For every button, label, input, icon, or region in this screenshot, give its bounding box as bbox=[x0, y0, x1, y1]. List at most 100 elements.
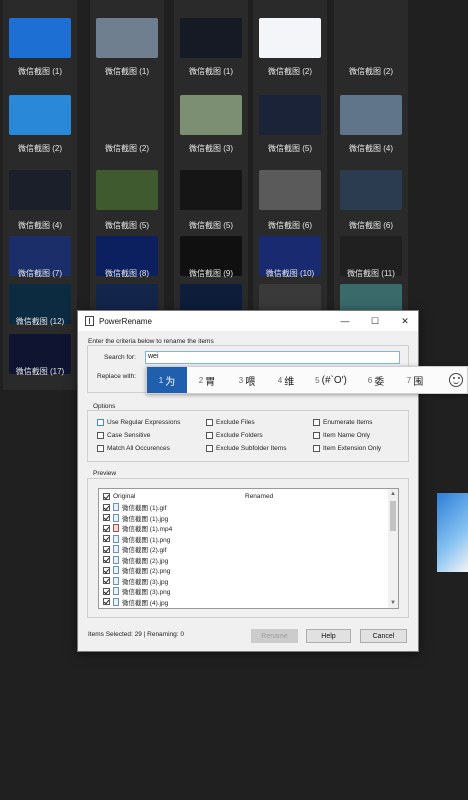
file-checkbox[interactable] bbox=[103, 514, 110, 521]
checkbox[interactable] bbox=[206, 432, 213, 439]
ime-candidate[interactable]: 1为 bbox=[147, 367, 187, 393]
file-checkbox[interactable] bbox=[103, 556, 110, 563]
scroll-up-icon[interactable]: ▲ bbox=[388, 489, 398, 499]
option-exclude-subfolder-items[interactable]: Exclude Subfolder Items bbox=[206, 445, 286, 452]
option-case-sensitive[interactable]: Case Sensitive bbox=[97, 432, 150, 439]
scroll-down-icon[interactable]: ▼ bbox=[388, 598, 398, 608]
checkbox[interactable] bbox=[97, 432, 104, 439]
checkbox[interactable] bbox=[313, 432, 320, 439]
candidate-number: 1 bbox=[158, 375, 164, 385]
file-row[interactable]: 微信截图 (1).png bbox=[103, 534, 170, 544]
thumbnail-label: 微信截图 (10) bbox=[265, 269, 315, 278]
image-file-icon bbox=[113, 545, 119, 553]
preview-label: Preview bbox=[93, 470, 117, 477]
file-checkbox[interactable] bbox=[103, 503, 110, 511]
candidate-number: 2 bbox=[198, 375, 204, 385]
option-exclude-files[interactable]: Exclude Files bbox=[206, 419, 255, 426]
checkbox[interactable] bbox=[97, 445, 104, 452]
image-file-icon bbox=[113, 587, 119, 595]
file-checkbox[interactable] bbox=[103, 524, 110, 532]
search-input[interactable]: wei bbox=[145, 351, 400, 364]
ime-candidate[interactable]: 5 (#`O′) bbox=[305, 367, 357, 393]
checkbox[interactable] bbox=[313, 445, 320, 452]
candidate-text: 委 bbox=[374, 376, 385, 388]
candidate-text: 胃 bbox=[205, 376, 216, 388]
thumbnail-label: 微信截图 (8) bbox=[105, 269, 149, 278]
ime-candidate[interactable]: 4维 bbox=[267, 367, 305, 393]
option-label: Enumerate Items bbox=[323, 419, 373, 426]
candidate-text: 维 bbox=[284, 376, 295, 388]
file-row[interactable]: 微信截图 (1).gif bbox=[103, 502, 166, 512]
option-exclude-folders[interactable]: Exclude Folders bbox=[206, 432, 263, 439]
option-item-name-only[interactable]: Item Name Only bbox=[313, 432, 370, 439]
search-label: Search for: bbox=[104, 354, 136, 361]
preview-header-row: Original bbox=[103, 491, 135, 501]
rename-button[interactable]: Rename bbox=[251, 629, 298, 643]
file-checkbox[interactable] bbox=[103, 535, 110, 542]
option-label: Exclude Subfolder Items bbox=[216, 445, 287, 452]
option-use-regular-expressions[interactable]: Use Regular Expressions bbox=[97, 419, 180, 426]
file-row[interactable]: 微信截图 (1).mp4 bbox=[103, 523, 172, 533]
ime-candidate[interactable]: 3喂 bbox=[227, 367, 267, 393]
file-row[interactable]: 微信截图 (2).png bbox=[103, 565, 170, 575]
file-row[interactable]: 微信截图 (2).jpg bbox=[103, 555, 168, 565]
partial-thumbnail-right bbox=[437, 493, 468, 572]
image-file-icon bbox=[113, 597, 119, 606]
thumbnail-label: 微信截图 (6) bbox=[268, 221, 312, 230]
file-name: 微信截图 (2).png bbox=[122, 568, 171, 575]
file-row[interactable]: 微信截图 (4).jpg bbox=[103, 597, 168, 607]
candidate-text: 喂 bbox=[245, 376, 256, 388]
select-all-checkbox[interactable] bbox=[103, 492, 110, 500]
ime-candidate[interactable]: 6委 bbox=[357, 367, 395, 393]
close-button[interactable]: ✕ bbox=[390, 311, 420, 331]
checkbox[interactable] bbox=[97, 419, 104, 426]
thumbnail-label: 微信截图 (5) bbox=[189, 221, 233, 230]
thumbnail-label: 微信截图 (1) bbox=[18, 67, 62, 76]
thumbnail-image bbox=[340, 95, 402, 135]
scrollbar-thumb[interactable] bbox=[390, 501, 396, 531]
status-text: Items Selected: 29 | Renaming: 0 bbox=[88, 631, 184, 638]
thumbnail-label: 微信截图 (4) bbox=[349, 144, 393, 153]
candidate-text: 为 bbox=[165, 376, 176, 388]
file-checkbox[interactable] bbox=[103, 566, 110, 574]
file-checkbox[interactable] bbox=[103, 545, 110, 553]
file-row[interactable]: 微信截图 (3).jpg bbox=[103, 576, 168, 586]
thumbnail-label: 微信截图 (2) bbox=[268, 67, 312, 76]
cancel-button[interactable]: Cancel bbox=[360, 629, 407, 643]
option-label: Item Name Only bbox=[323, 432, 370, 439]
file-checkbox[interactable] bbox=[103, 587, 110, 595]
option-label: Exclude Files bbox=[216, 419, 255, 426]
preview-scrollbar[interactable]: ▲ ▼ bbox=[388, 489, 398, 608]
title-bar: PowerRename — ☐ ✕ bbox=[78, 311, 418, 331]
help-button[interactable]: Help bbox=[306, 629, 351, 643]
ime-candidate[interactable]: 7围 bbox=[395, 367, 435, 393]
thumbnail-image bbox=[180, 95, 242, 135]
option-item-extension-only[interactable]: Item Extension Only bbox=[313, 445, 381, 452]
thumbnail-label: 微信截图 (7) bbox=[18, 269, 62, 278]
checkbox[interactable] bbox=[206, 419, 213, 426]
file-row[interactable]: 微信截图 (1).jpg bbox=[103, 513, 168, 523]
thumbnail-image bbox=[96, 18, 158, 58]
thumbnail-label: 微信截图 (12) bbox=[15, 317, 65, 326]
candidate-number: 7 bbox=[406, 375, 412, 385]
checkbox[interactable] bbox=[206, 445, 213, 452]
preview-list[interactable]: Original Renamed 微信截图 (1).gif 微信截图 (1).jp… bbox=[98, 488, 399, 609]
file-row[interactable]: 微信截图 (2).gif bbox=[103, 544, 166, 554]
file-name: 微信截图 (1).png bbox=[122, 536, 171, 544]
thumbnail-label: 微信截图 (17) bbox=[15, 367, 65, 376]
candidate-number: 5 bbox=[315, 375, 320, 385]
checkbox[interactable] bbox=[313, 419, 320, 426]
option-match-all-occurences[interactable]: Match All Occurences bbox=[97, 445, 170, 452]
file-checkbox[interactable] bbox=[103, 598, 110, 605]
image-file-icon bbox=[113, 566, 119, 574]
option-enumerate-items[interactable]: Enumerate Items bbox=[313, 419, 373, 426]
minimize-button[interactable]: — bbox=[330, 311, 360, 331]
thumbnail-image bbox=[9, 170, 71, 210]
maximize-button[interactable]: ☐ bbox=[360, 311, 390, 331]
candidate-number: 3 bbox=[238, 375, 244, 385]
thumbnail-image bbox=[259, 18, 321, 58]
ime-candidate[interactable]: 2胃 bbox=[187, 367, 227, 393]
file-checkbox[interactable] bbox=[103, 577, 110, 584]
emoji-icon[interactable] bbox=[449, 373, 463, 387]
file-row[interactable]: 微信截图 (3).png bbox=[103, 586, 170, 596]
